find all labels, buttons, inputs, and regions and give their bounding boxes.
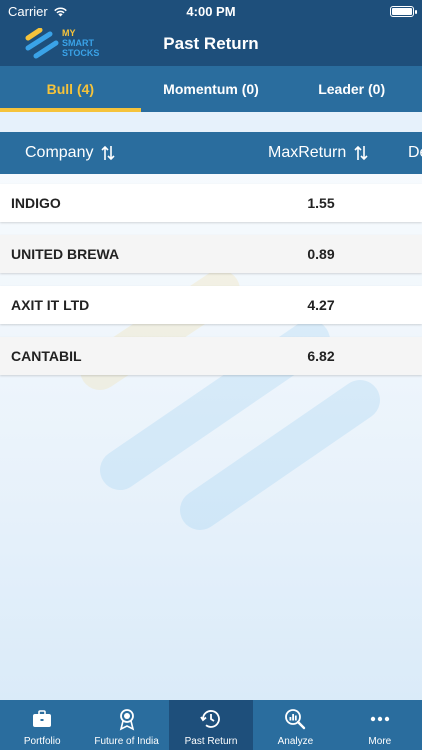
tabbar-item-past-return[interactable]: Past Return (168, 700, 254, 750)
company-cell: CANTABIL (11, 348, 82, 364)
column-max-return[interactable]: MaxReturn (268, 132, 368, 174)
table-row[interactable]: CANTABIL 6.82 (0, 337, 422, 375)
column-company[interactable]: Company (25, 132, 116, 174)
battery-icon (390, 5, 417, 17)
company-cell: INDIGO (11, 195, 61, 211)
tab-momentum[interactable]: Momentum (0) (141, 66, 282, 112)
tabbar-label: Future of India (94, 736, 159, 747)
max-return-cell: 4.27 (307, 297, 335, 313)
tabbar-item-analyze[interactable]: Analyze (253, 700, 337, 750)
max-return-cell: 0.89 (307, 246, 335, 262)
column-company-label: Company (25, 144, 94, 161)
segment-tabs: Bull (4) Momentum (0) Leader (0) (0, 66, 422, 112)
logo-mark-icon (25, 28, 59, 59)
company-cell: AXIT IT LTD (11, 297, 90, 313)
more-dots-icon (370, 716, 390, 722)
company-cell: UNITED BREWA (11, 246, 120, 262)
tabbar-label: Analyze (277, 736, 314, 747)
nav-bar: MY SMART STOCKS Past Return (0, 22, 422, 66)
magnifier-chart-icon (285, 709, 306, 730)
tabbar-item-more[interactable]: More (338, 700, 422, 750)
app-logo: MY SMART STOCKS (24, 26, 114, 62)
status-time: 4:00 PM (186, 3, 236, 19)
tabbar-item-future-of-india[interactable]: Future of India (84, 700, 168, 750)
sort-icon (354, 145, 368, 161)
column-max-return-label: MaxReturn (268, 144, 347, 161)
tab-leader[interactable]: Leader (0) (281, 66, 422, 112)
max-return-cell: 1.55 (307, 195, 335, 211)
award-icon (119, 709, 134, 731)
tab-bull[interactable]: Bull (4) (0, 66, 141, 112)
tabbar-label: Portfolio (23, 736, 61, 747)
column-de-label: De (408, 144, 422, 161)
tabbar-label: Past Return (184, 736, 238, 747)
bottom-tab-bar: Portfolio Future of India Past Return An… (0, 700, 422, 750)
sort-icon (101, 145, 116, 161)
status-bar: Carrier 4:00 PM (0, 0, 422, 22)
tabbar-item-portfolio[interactable]: Portfolio (0, 700, 84, 750)
table-header: Company MaxReturn De (0, 132, 422, 174)
table-row[interactable]: INDIGO 1.55 (0, 184, 422, 222)
tabbar-label: More (368, 736, 392, 747)
column-de[interactable]: De (408, 132, 422, 174)
briefcase-icon (33, 710, 52, 727)
table-row[interactable]: UNITED BREWA 0.89 (0, 235, 422, 273)
tab-spacer (0, 112, 422, 132)
clock-history-icon (200, 710, 220, 728)
table-row[interactable]: AXIT IT LTD 4.27 (0, 286, 422, 324)
max-return-cell: 6.82 (307, 348, 335, 364)
logo-text: MY SMART STOCKS (62, 28, 100, 58)
